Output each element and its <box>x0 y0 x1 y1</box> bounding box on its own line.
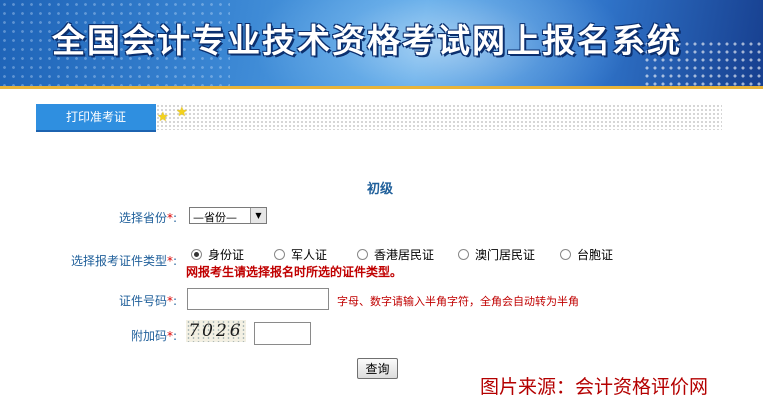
radio-label: 香港居民证 <box>374 248 435 262</box>
radio-macau-resident[interactable]: 澳门居民证 <box>458 246 535 263</box>
exam-level-heading: 初级 <box>366 182 393 197</box>
radio-taiwan-compatriot[interactable]: 台胞证 <box>560 246 613 263</box>
radio-military-id[interactable]: 军人证 <box>274 246 327 263</box>
header-banner: 全国会计专业技术资格考试网上报名系统 <box>0 0 763 86</box>
tab-print-admission-ticket[interactable]: 打印准考证 <box>36 104 156 132</box>
star-icon: ★ <box>176 105 188 120</box>
radio-label: 军人证 <box>291 248 328 262</box>
id-type-label: 选择报考证件类型*: <box>71 252 177 269</box>
id-number-input[interactable] <box>187 288 329 310</box>
id-number-hint: 字母、数字请输入半角字符，全角会自动转为半角 <box>337 295 579 308</box>
label-colon: : <box>172 329 177 343</box>
query-button[interactable]: 查询 <box>357 358 398 379</box>
radio-button[interactable] <box>458 249 469 260</box>
star-icon: ★ <box>157 110 169 125</box>
id-type-label-text: 选择报考证件类型 <box>70 254 167 268</box>
label-colon: : <box>172 294 177 308</box>
captcha-image: 7026 <box>186 320 246 342</box>
captcha-label-text: 附加码 <box>130 329 167 343</box>
radio-button[interactable] <box>357 249 368 260</box>
radio-id-card[interactable]: 身份证 <box>191 246 244 263</box>
source-watermark: 图片来源：会计资格评价网 <box>480 376 709 398</box>
id-number-label-text: 证件号码 <box>118 294 167 308</box>
captcha-input[interactable] <box>254 322 311 345</box>
radio-label: 澳门居民证 <box>475 248 536 262</box>
radio-label: 身份证 <box>208 248 245 262</box>
id-type-warning: 网报考生请选择报名时所选的证件类型。 <box>186 265 403 279</box>
site-title: 全国会计专业技术资格考试网上报名系统 <box>52 21 682 60</box>
radio-button[interactable] <box>274 249 285 260</box>
label-colon: : <box>172 254 177 268</box>
province-label-text: 选择省份 <box>118 211 167 225</box>
chevron-down-icon[interactable]: ▼ <box>250 208 266 223</box>
radio-button[interactable] <box>560 249 571 260</box>
radio-label: 台胞证 <box>577 248 614 262</box>
province-select-value: —省份— <box>193 211 237 224</box>
header-divider <box>0 86 763 89</box>
captcha-label: 附加码*: <box>131 327 177 344</box>
province-select[interactable]: —省份— ▼ <box>189 207 267 224</box>
radio-hong-kong-resident[interactable]: 香港居民证 <box>357 246 434 263</box>
province-label: 选择省份*: <box>119 209 177 226</box>
radio-button-checked[interactable] <box>191 249 202 260</box>
label-colon: : <box>172 211 177 225</box>
id-number-label: 证件号码*: <box>119 292 177 309</box>
